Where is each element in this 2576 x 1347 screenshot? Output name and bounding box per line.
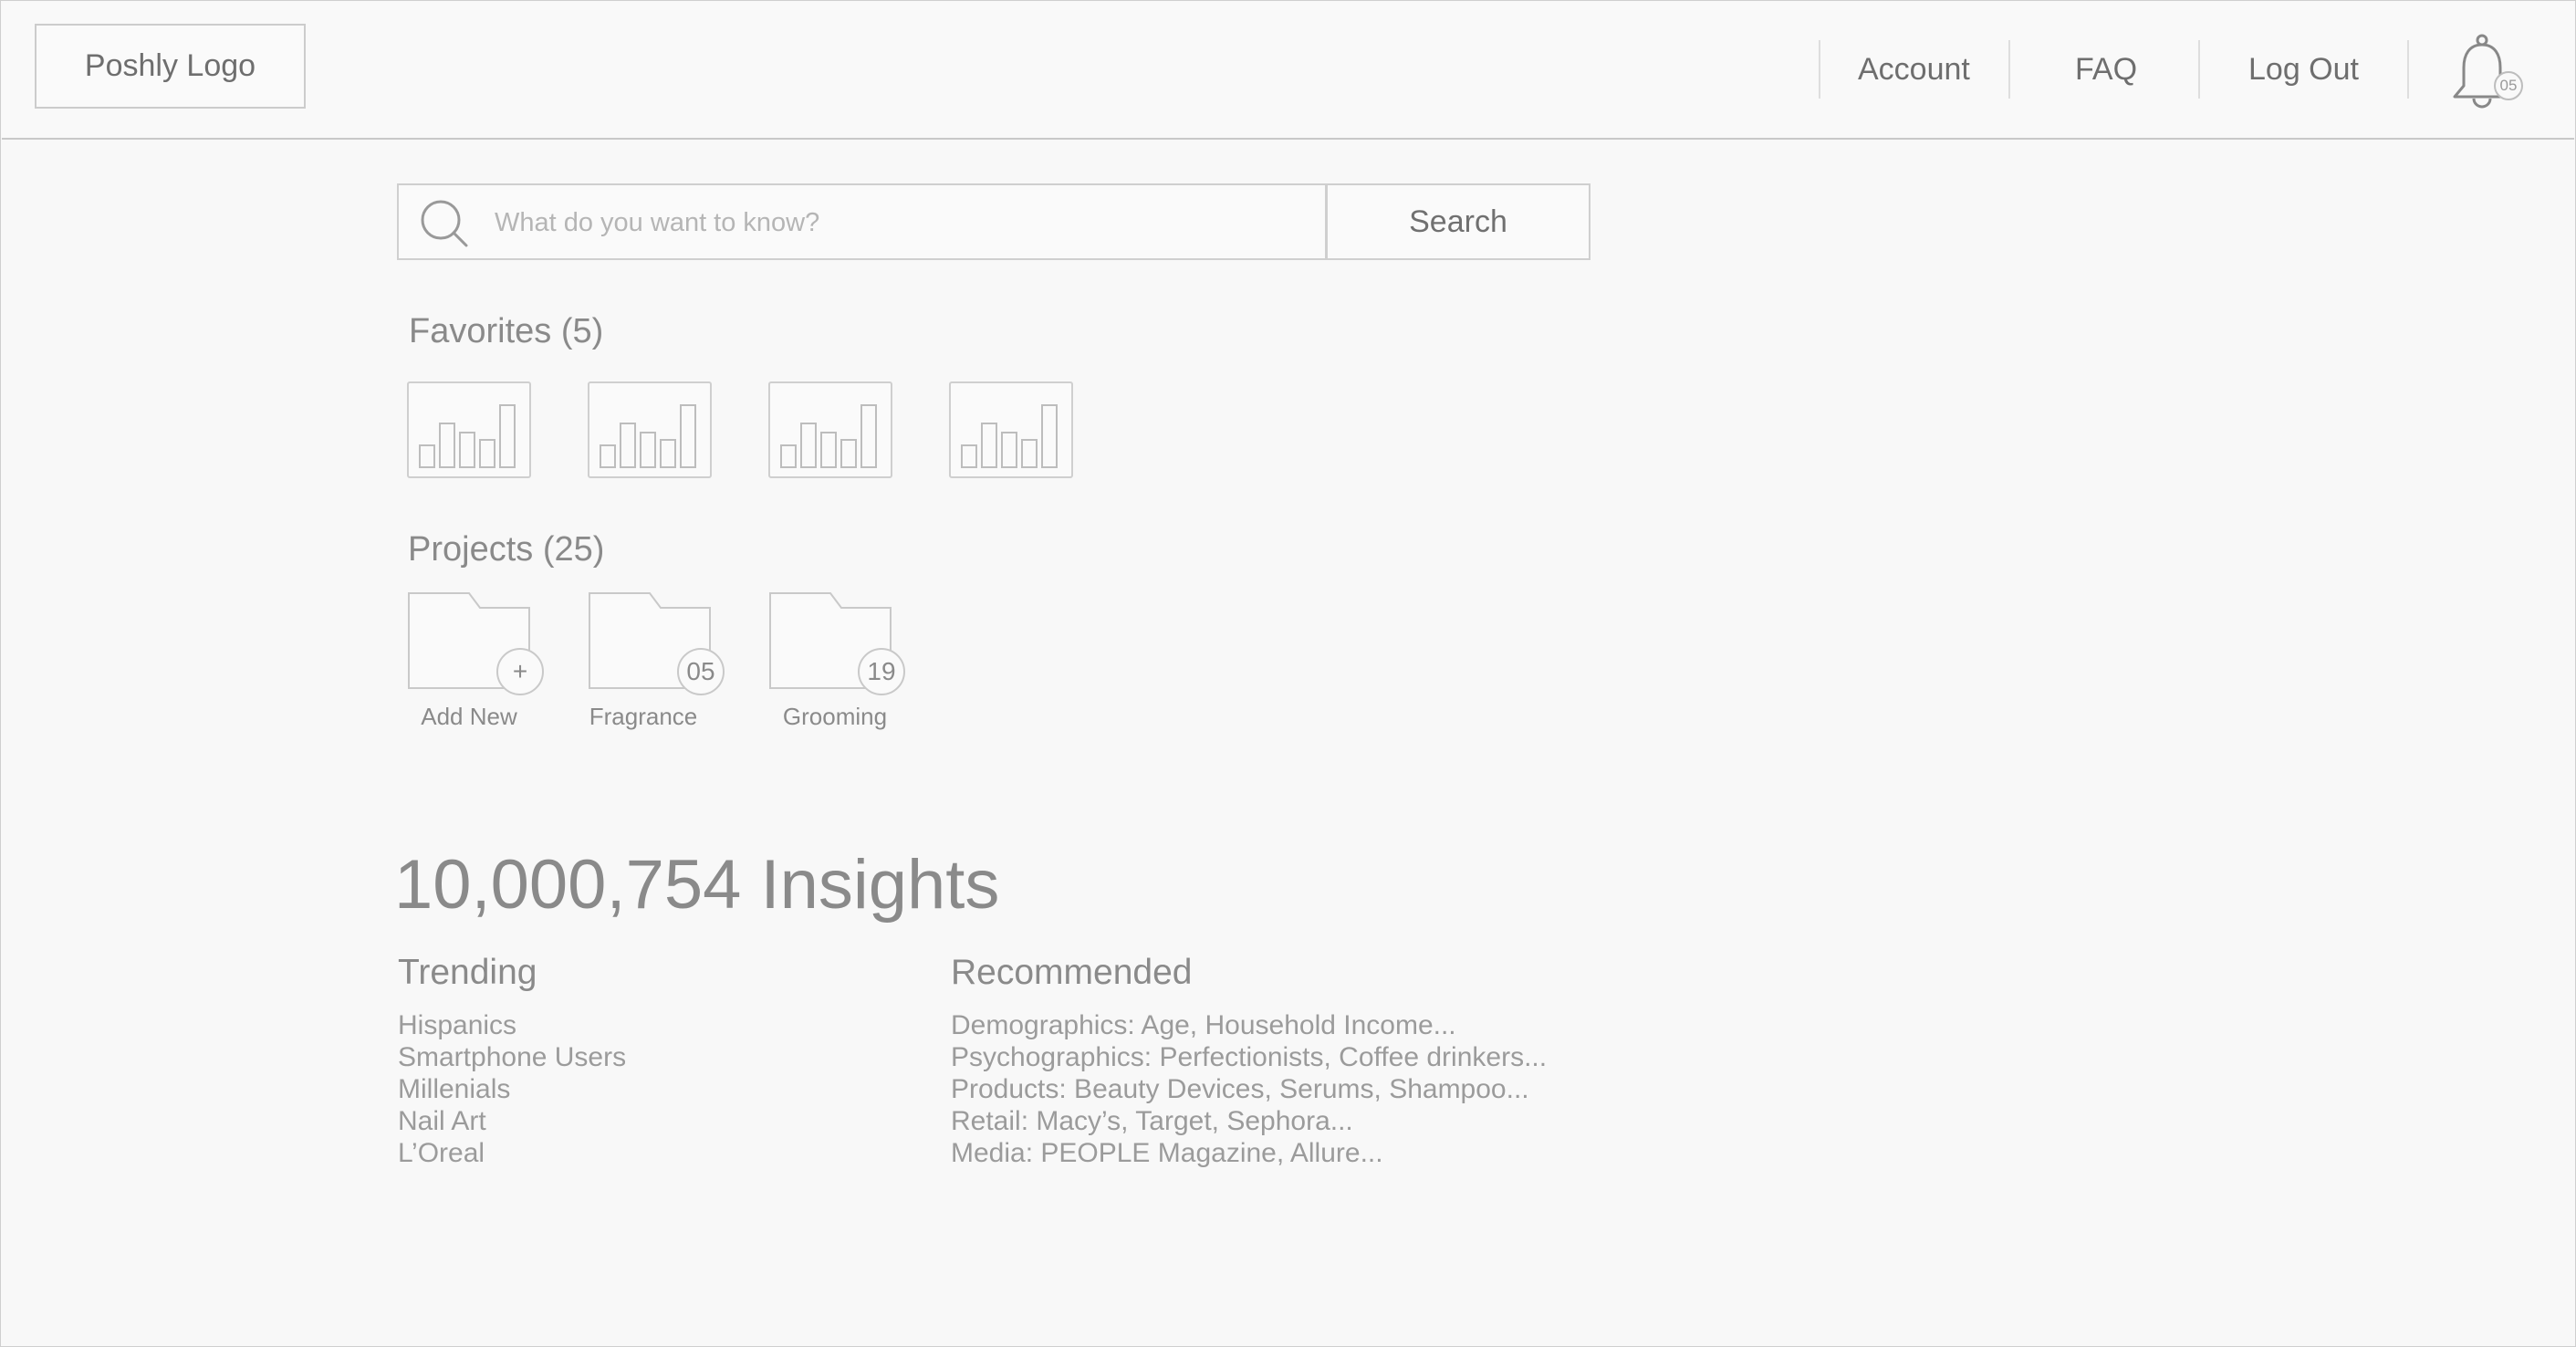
trending-item[interactable]: Hispanics [398, 1009, 626, 1041]
favorite-item[interactable] [949, 381, 1073, 478]
nav-divider [2198, 40, 2200, 99]
trending-list: Hispanics Smartphone Users Millenials Na… [398, 1009, 626, 1169]
nav-logout-link[interactable]: Log Out [2248, 47, 2359, 91]
bell-icon[interactable] [2447, 33, 2529, 111]
project-label[interactable]: Add New [396, 703, 542, 731]
nav-divider [1819, 40, 1820, 99]
bar-chart-icon [419, 404, 516, 468]
project-count-badge: 05 [677, 648, 725, 695]
search-button[interactable]: Search [1326, 183, 1590, 260]
favorites-title: Favorites (5) [409, 312, 604, 350]
nav-faq-link[interactable]: FAQ [2075, 47, 2137, 91]
recommended-item[interactable]: Retail: Macy’s, Target, Sephora... [951, 1105, 1547, 1137]
nav-divider [2407, 40, 2409, 99]
recommended-item[interactable]: Psychographics: Perfectionists, Coffee d… [951, 1041, 1547, 1073]
project-label[interactable]: Grooming [762, 703, 908, 731]
notification-badge: 05 [2494, 71, 2523, 100]
favorite-item[interactable] [768, 381, 892, 478]
trending-item[interactable]: Smartphone Users [398, 1041, 626, 1073]
bar-chart-icon [961, 404, 1058, 468]
favorite-item[interactable] [588, 381, 712, 478]
bar-chart-icon [780, 404, 877, 468]
project-folder-add-new[interactable]: + [407, 590, 544, 699]
insights-headline: 10,000,754 Insights [394, 846, 1000, 924]
project-folder-grooming[interactable]: 19 [768, 590, 905, 699]
recommended-item[interactable]: Media: PEOPLE Magazine, Allure... [951, 1137, 1547, 1169]
search-icon [421, 200, 468, 247]
nav-account-link[interactable]: Account [1858, 47, 1970, 91]
search-input[interactable] [493, 198, 1299, 247]
recommended-item[interactable]: Demographics: Age, Household Income... [951, 1009, 1547, 1041]
trending-title: Trending [398, 953, 537, 992]
trending-item[interactable]: Millenials [398, 1073, 626, 1105]
project-count-badge: 19 [858, 648, 905, 695]
trending-item[interactable]: Nail Art [398, 1105, 626, 1137]
project-label[interactable]: Fragrance [570, 703, 716, 731]
recommended-item[interactable]: Products: Beauty Devices, Serums, Shampo… [951, 1073, 1547, 1105]
search-box[interactable] [397, 183, 1327, 260]
projects-title: Projects (25) [408, 530, 605, 569]
trending-item[interactable]: L’Oreal [398, 1137, 626, 1169]
favorite-item[interactable] [407, 381, 531, 478]
top-header: Poshly Logo Account FAQ Log Out [2, 2, 2574, 140]
add-icon[interactable]: + [496, 648, 544, 695]
bar-chart-icon [600, 404, 696, 468]
project-folder-fragrance[interactable]: 05 [588, 590, 725, 699]
logo[interactable]: Poshly Logo [35, 24, 306, 109]
nav-divider [2008, 40, 2010, 99]
recommended-title: Recommended [951, 953, 1193, 992]
recommended-list: Demographics: Age, Household Income... P… [951, 1009, 1547, 1169]
